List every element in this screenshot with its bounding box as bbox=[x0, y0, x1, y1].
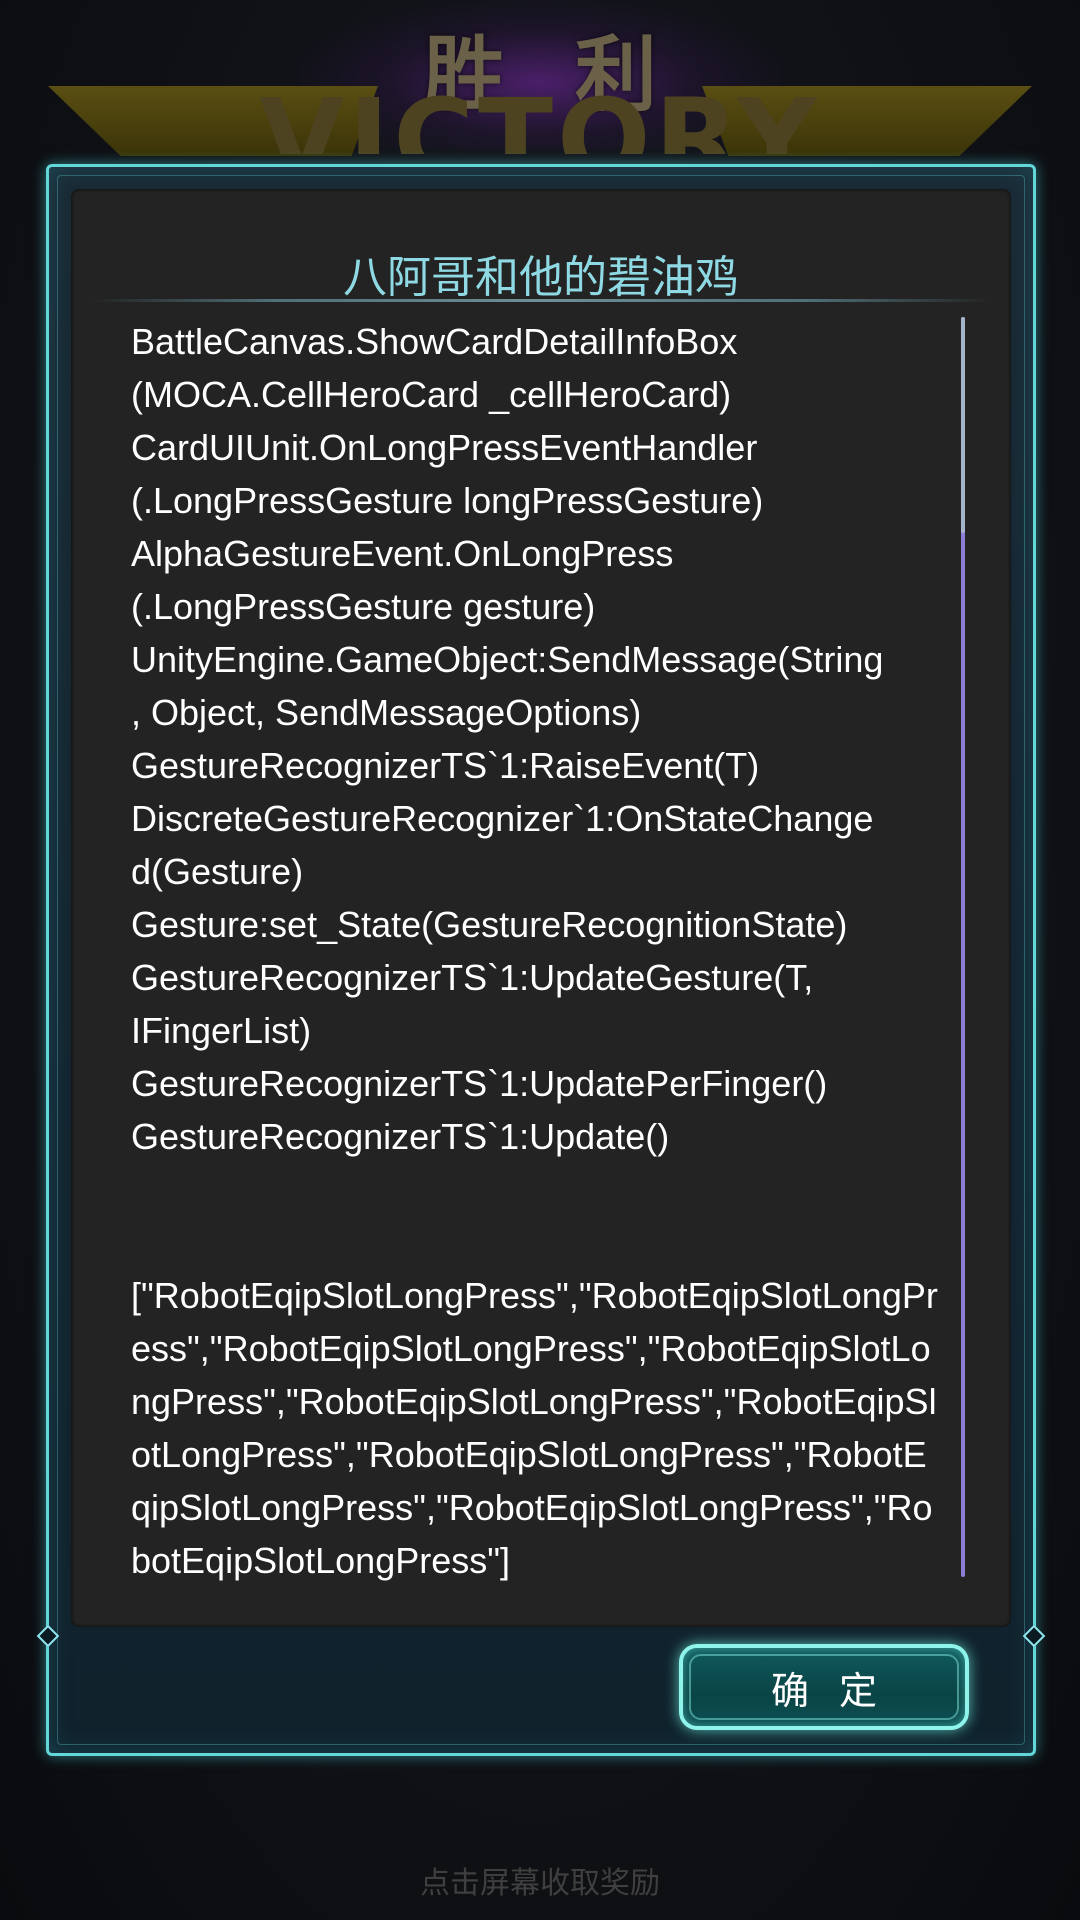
stack-trace-line: (MOCA.CellHeroCard _cellHeroCard) bbox=[131, 374, 732, 415]
stack-trace-line: UnityEngine.GameObject:SendMessage(Strin… bbox=[131, 639, 884, 680]
dialog-title: 八阿哥和他的碧油鸡 bbox=[343, 252, 739, 303]
right-diamond-icon bbox=[1022, 1624, 1046, 1648]
stack-trace-line: GestureRecognizerTS`1:UpdatePerFinger() bbox=[131, 1063, 828, 1104]
stack-trace-line: (.LongPressGesture gesture) bbox=[131, 586, 596, 627]
scrollbar-track[interactable] bbox=[961, 317, 965, 1577]
stack-trace-line: GestureRecognizerTS`1:RaiseEvent(T) bbox=[131, 745, 760, 786]
error-dialog: 八阿哥和他的碧油鸡 BattleCanvas.ShowCardDetailInf… bbox=[36, 164, 1046, 1756]
stack-trace-line: (.LongPressGesture longPressGesture) bbox=[131, 480, 764, 521]
gesture-event-list: ["RobotEqipSlotLongPress","RobotEqipSlot… bbox=[131, 1275, 938, 1581]
stack-trace-line: CardUIUnit.OnLongPressEventHandler bbox=[131, 427, 758, 468]
dialog-content-panel: 八阿哥和他的碧油鸡 BattleCanvas.ShowCardDetailInf… bbox=[71, 189, 1011, 1627]
victory-banner: 胜利 VICTORY bbox=[0, 0, 1080, 170]
stack-trace-line: , Object, SendMessageOptions) bbox=[131, 692, 642, 733]
left-diamond-icon bbox=[36, 1624, 60, 1648]
scrollbar-thumb[interactable] bbox=[961, 317, 965, 533]
title-divider bbox=[91, 299, 991, 302]
stack-trace-line: AlphaGestureEvent.OnLongPress bbox=[131, 533, 674, 574]
log-spacer bbox=[131, 1163, 941, 1269]
stack-trace-line: GestureRecognizerTS`1:UpdateGesture(T, bbox=[131, 957, 814, 998]
victory-title-english: VICTORY bbox=[259, 84, 821, 154]
confirm-button[interactable]: 确定 bbox=[679, 1644, 969, 1730]
stack-trace-line: GestureRecognizerTS`1:Update() bbox=[131, 1116, 670, 1157]
stack-trace-scroll-area[interactable]: BattleCanvas.ShowCardDetailInfoBox (MOCA.… bbox=[131, 315, 941, 1605]
stack-trace-line: Gesture:set_State(GestureRecognitionStat… bbox=[131, 904, 848, 945]
stack-trace-line: IFingerList) bbox=[131, 1010, 312, 1051]
stack-trace-line: DiscreteGestureRecognizer`1:OnStateChang… bbox=[131, 798, 874, 839]
stack-trace-line: d(Gesture) bbox=[131, 851, 304, 892]
tap-to-collect-hint[interactable]: 点击屏幕收取奖励 bbox=[0, 1858, 1080, 1902]
stack-trace-lines: BattleCanvas.ShowCardDetailInfoBox (MOCA.… bbox=[131, 315, 941, 1163]
confirm-button-label: 确定 bbox=[770, 1668, 907, 1713]
stack-trace-line: BattleCanvas.ShowCardDetailInfoBox bbox=[131, 321, 738, 362]
